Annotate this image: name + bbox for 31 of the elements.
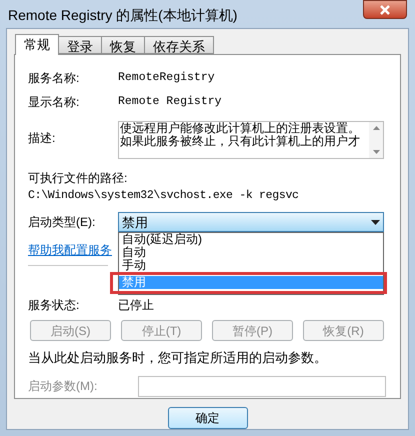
ok-button[interactable]: 确定	[168, 407, 248, 429]
window-title: Remote Registry 的属性(本地计算机)	[7, 6, 238, 25]
dropdown-option[interactable]: 自动	[119, 246, 383, 260]
field-label: 可执行文件的路径:	[28, 170, 128, 187]
dropdown-option[interactable]: 手动	[119, 259, 383, 272]
field-label: 启动参数(M):	[28, 378, 98, 396]
description-line: 使远程用户能修改此计算机上的注册表设置。	[120, 122, 360, 135]
field-label: 显示名称:	[28, 94, 80, 111]
close-icon	[379, 4, 391, 14]
field-value: Remote Registry	[118, 94, 222, 110]
startup-type-dropdown[interactable]: 禁用	[118, 212, 384, 232]
field-value: RemoteRegistry	[118, 70, 215, 86]
hint-text: 当从此处启动服务时，您可指定所适用的启动参数。	[28, 349, 328, 368]
field-label: 描述:	[28, 130, 56, 147]
path-text: C:\Windows\system32\svchost.exe -k regsvc	[28, 188, 300, 204]
scroll-bar[interactable]	[369, 122, 383, 158]
dropdown-option[interactable]: 自动(延迟启动)	[119, 233, 383, 246]
status-text: 已停止	[118, 297, 154, 314]
scroll-down-icon	[372, 150, 380, 154]
dropdown-arrow-icon	[371, 220, 380, 225]
field-label: 服务状态:	[28, 297, 80, 314]
field-label: 启动类型(E):	[28, 214, 96, 232]
description-line: 如果此服务被终止，只有此计算机上的用户才	[120, 135, 360, 148]
tab[interactable]: 常规	[15, 34, 59, 55]
field-label: 服务名称:	[28, 70, 80, 87]
scroll-up-icon	[372, 126, 380, 130]
tab[interactable]: 依存关系	[145, 36, 214, 54]
help-link[interactable]: 帮助我配置服务	[28, 241, 112, 260]
tab[interactable]: 恢复	[102, 36, 145, 54]
tab[interactable]: 登录	[59, 36, 102, 54]
close-button[interactable]	[363, 0, 407, 19]
